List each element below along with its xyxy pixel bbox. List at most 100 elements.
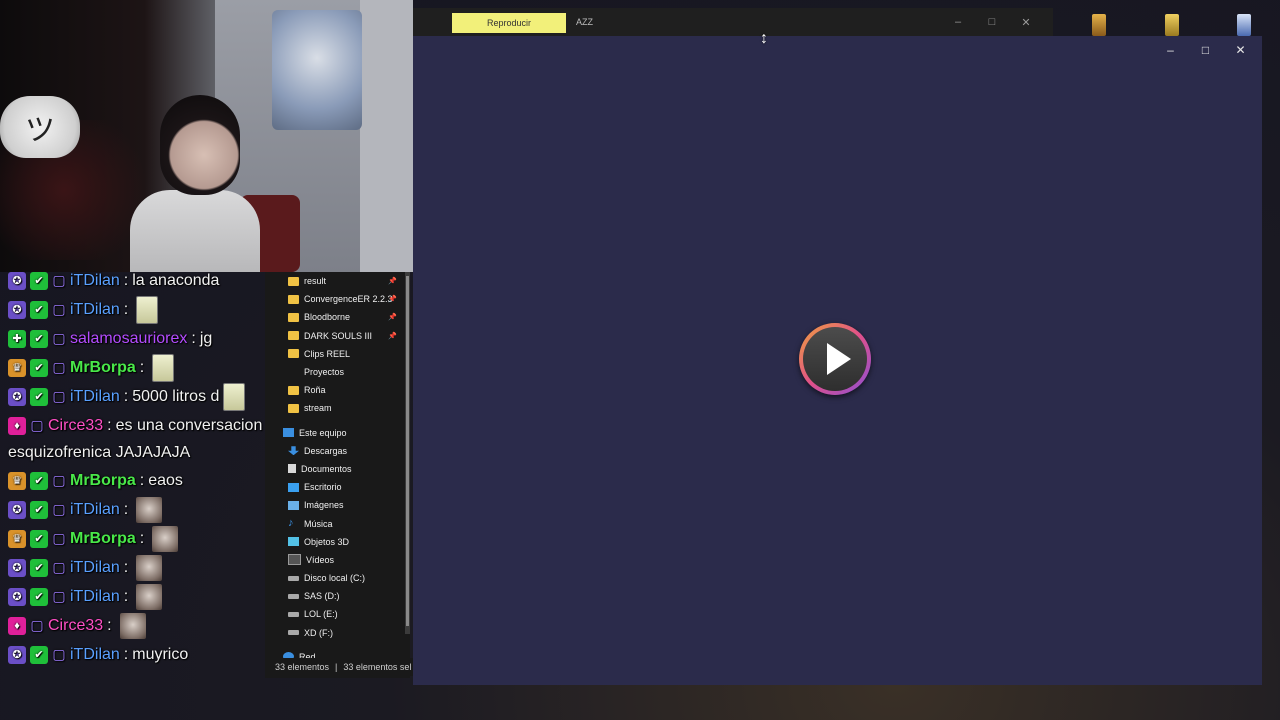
minimize-icon[interactable]: – <box>941 13 975 31</box>
blank-folder-icon <box>288 368 299 377</box>
document-icon <box>288 464 296 474</box>
explorer-item[interactable]: LOL (E:) <box>265 605 403 623</box>
explorer-item-label: Vídeos <box>306 554 335 565</box>
play-button[interactable] <box>799 323 871 395</box>
explorer-item-label: Documentos <box>301 463 352 474</box>
moderator-badge-icon: ✔ <box>30 558 48 577</box>
prime-badge-icon: ▢ <box>30 417 44 433</box>
chat-username[interactable]: Circe33 <box>48 417 103 435</box>
gift-badge-icon: ♛ <box>8 529 26 548</box>
chat-separator: : <box>123 587 129 605</box>
chat-username[interactable]: iTDilan <box>70 559 120 577</box>
drive-icon <box>288 630 299 636</box>
explorer-item-label: Bloodborne <box>304 312 351 323</box>
chat-separator: : <box>139 358 145 376</box>
explorer-item[interactable]: Este equipo <box>265 424 403 442</box>
gift-badge-icon: ♛ <box>8 471 26 490</box>
explorer-item[interactable]: Roña <box>265 381 403 399</box>
chat-username[interactable]: iTDilan <box>70 388 120 406</box>
moderator-badge-icon: ✔ <box>30 500 48 519</box>
explorer-item[interactable]: ♪ Música <box>265 514 403 532</box>
prime-badge-icon: ▢ <box>52 472 66 488</box>
maximize-icon[interactable]: □ <box>1188 40 1223 60</box>
subscriber-badge-icon: ✪ <box>8 645 26 664</box>
desktop-app-icon[interactable] <box>1092 14 1106 36</box>
prime-badge-icon: ▢ <box>52 330 66 346</box>
maximize-icon[interactable]: □ <box>975 13 1009 31</box>
webcam-streamer-head <box>160 95 240 195</box>
explorer-scrollbar-thumb[interactable] <box>406 276 409 626</box>
chat-username[interactable]: iTDilan <box>70 646 120 664</box>
explorer-item-label: XD (F:) <box>304 627 333 638</box>
chat-message: ♛ ✔ ▢ MrBorpa: <box>0 353 280 382</box>
webcam-streamer-shirt <box>130 190 260 272</box>
explorer-item[interactable]: SAS (D:) <box>265 587 403 605</box>
explorer-item[interactable]: stream <box>265 399 403 417</box>
chat-username[interactable]: Circe33 <box>48 617 103 635</box>
close-icon[interactable]: ✕ <box>1223 40 1258 60</box>
folder-icon <box>288 294 299 304</box>
chat-message: ♛ ✔ ▢ MrBorpa: <box>0 524 280 553</box>
chat-separator: : <box>123 645 129 663</box>
pin-icon: 📌 <box>388 314 397 322</box>
chat-message: ✪ ✔ ▢ iTDilan: <box>0 295 280 324</box>
explorer-item[interactable]: result 📌 <box>265 272 403 290</box>
desktop-app-icon[interactable] <box>1237 14 1251 36</box>
moderator-badge-icon: ✔ <box>30 358 48 377</box>
moderator-badge-icon: ✔ <box>30 387 48 406</box>
explorer-item[interactable]: Bloodborne 📌 <box>265 308 403 326</box>
chat-username[interactable]: iTDilan <box>70 501 120 519</box>
webcam-door <box>360 0 413 272</box>
explorer-item-label: Roña <box>304 385 326 396</box>
prime-badge-icon: ▢ <box>52 359 66 375</box>
explorer-item[interactable]: Imágenes <box>265 496 403 514</box>
pin-icon: 📌 <box>388 278 397 286</box>
pin-icon: 📌 <box>388 296 397 304</box>
play-tab-button[interactable]: Reproducir <box>452 13 566 33</box>
folder-icon <box>288 403 299 413</box>
explorer-item[interactable]: Escritorio <box>265 478 403 496</box>
explorer-item[interactable]: Documentos <box>265 460 403 478</box>
webcam-feed: ツ <box>0 0 413 272</box>
explorer-status-bar: 33 elementos | 33 elementos sel <box>265 658 425 676</box>
gift-badge-icon: ♛ <box>8 358 26 377</box>
chat-username[interactable]: salamosauriorex <box>70 330 187 348</box>
chat-username[interactable]: iTDilan <box>70 301 120 319</box>
minimize-icon[interactable]: – <box>1153 40 1188 60</box>
explorer-item[interactable]: ConvergenceER 2.2.3 📌 <box>265 290 403 308</box>
explorer-item-label: Este equipo <box>299 427 347 438</box>
media-player-window[interactable]: – □ ✕ <box>413 36 1262 685</box>
prime-badge-icon: ▢ <box>52 388 66 404</box>
desktop-app-icon[interactable] <box>1165 14 1179 36</box>
explorer-item-label: Descargas <box>304 445 348 456</box>
explorer-item[interactable]: Descargas <box>265 442 403 460</box>
subscriber-badge-icon: ✪ <box>8 271 26 290</box>
computer-icon <box>283 428 294 438</box>
explorer-item[interactable]: Vídeos <box>265 551 403 569</box>
chat-text: 5000 litros d <box>132 387 220 405</box>
chat-username[interactable]: MrBorpa <box>70 530 136 548</box>
prime-badge-icon: ▢ <box>52 530 66 546</box>
chat-username[interactable]: MrBorpa <box>70 359 136 377</box>
chat-overlay: ✪ ✔ ▢ iTDilan: la anaconda ✪ ✔ ▢ iTDilan: ✚ ✔ ▢ sala… <box>0 266 280 666</box>
chat-username[interactable]: MrBorpa <box>70 472 136 490</box>
explorer-item[interactable]: XD (F:) <box>265 624 403 642</box>
explorer-item[interactable]: Clips REEL <box>265 345 403 363</box>
explorer-item[interactable]: Objetos 3D <box>265 533 403 551</box>
explorer-scrollbar[interactable] <box>405 272 410 634</box>
explorer-item-label: SAS (D:) <box>304 591 340 602</box>
moderator-badge-icon: ✔ <box>30 645 48 664</box>
trollface-icon: ツ <box>0 96 80 158</box>
chat-username[interactable]: iTDilan <box>70 588 120 606</box>
explorer-item[interactable]: Disco local (C:) <box>265 569 403 587</box>
prime-badge-icon: ▢ <box>52 272 66 288</box>
status-selected-count: 33 elementos sel <box>343 662 412 672</box>
explorer-item[interactable]: DARK SOULS III 📌 <box>265 327 403 345</box>
explorer-item-label: DARK SOULS III <box>304 330 373 341</box>
chat-text: esquizofrenica JAJAJAJA <box>8 444 191 461</box>
folder-icon <box>288 312 299 322</box>
chat-separator: : <box>123 558 129 576</box>
explorer-item[interactable]: Proyectos <box>265 363 403 381</box>
close-icon[interactable]: ✕ <box>1009 13 1043 31</box>
chat-username[interactable]: iTDilan <box>70 272 120 290</box>
